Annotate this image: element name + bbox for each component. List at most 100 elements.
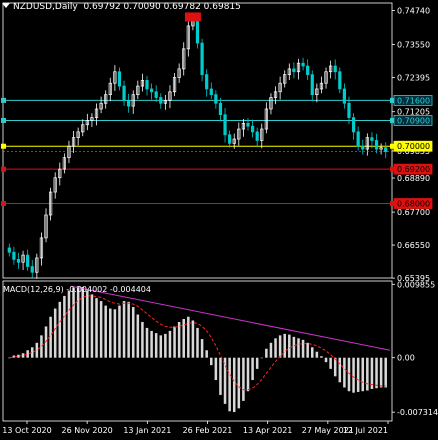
candle-body[interactable] — [301, 62, 305, 67]
macd-bar — [324, 357, 328, 363]
macd-bar — [67, 290, 71, 358]
macd-bar — [338, 357, 342, 383]
macd-bar — [361, 357, 365, 392]
candle-body[interactable] — [127, 100, 131, 107]
macd-bar — [292, 336, 296, 358]
price-tick-label: 0.74740 — [397, 6, 430, 15]
chart-canvas[interactable]: 0.747400.735500.723950.712050.698350.688… — [0, 0, 438, 440]
level-handle[interactable] — [1, 143, 6, 149]
macd-bar — [159, 335, 163, 358]
macd-bar — [164, 333, 167, 358]
macd-tick-label: -0.007314 — [397, 408, 438, 417]
dropdown-triangle-icon[interactable] — [2, 3, 10, 8]
level-handle[interactable] — [1, 97, 6, 103]
macd-bar — [81, 286, 85, 358]
time-tick-label: 13 Apr 2021 — [243, 426, 292, 435]
macd-bar — [246, 357, 250, 392]
macd-bar — [366, 357, 369, 391]
candle-body[interactable] — [250, 125, 255, 133]
level-handle[interactable] — [1, 117, 6, 123]
macd-bar — [76, 286, 80, 358]
macd-bar — [255, 357, 259, 369]
candle-body[interactable] — [255, 131, 259, 141]
macd-bar — [104, 305, 107, 358]
macd-bar — [113, 309, 117, 358]
macd-bar — [131, 307, 135, 358]
macd-bar — [223, 357, 227, 404]
macd-bar — [191, 320, 195, 358]
candle-body[interactable] — [214, 94, 218, 104]
candle-body[interactable] — [292, 68, 296, 73]
level-handle[interactable] — [1, 201, 6, 207]
candle-body[interactable] — [228, 134, 232, 144]
macd-bar — [228, 357, 231, 412]
macd-bar — [136, 314, 140, 358]
macd-bar — [214, 357, 218, 381]
candle-body[interactable] — [342, 88, 347, 104]
macd-bar — [375, 357, 378, 389]
macd-bar — [379, 357, 383, 388]
candle-body[interactable] — [223, 114, 227, 136]
level-tag-label: 0.71600 — [397, 96, 430, 105]
macd-bar — [168, 330, 172, 358]
level-tag-label: 0.70900 — [397, 116, 430, 125]
price-tick-label: 0.72395 — [397, 74, 430, 83]
candle-body[interactable] — [347, 102, 351, 118]
macd-bar — [21, 353, 25, 358]
candle-body[interactable] — [205, 74, 209, 90]
candle-body[interactable] — [30, 266, 34, 273]
candle-body[interactable] — [145, 79, 149, 90]
level-tag-label: 0.70000 — [397, 142, 430, 151]
candle-body[interactable] — [149, 88, 154, 93]
candle-body[interactable] — [209, 88, 213, 96]
macd-bar — [145, 327, 149, 358]
candle-body[interactable] — [7, 247, 11, 253]
time-tick-label: 13 Jan 2021 — [123, 426, 171, 435]
candle-body[interactable] — [16, 259, 21, 263]
macd-bar — [127, 301, 130, 358]
candle-body[interactable] — [370, 137, 374, 141]
candle-body[interactable] — [333, 65, 337, 73]
chart-header: NZDUSD,Daily 0.69792 0.70090 0.69782 0.6… — [2, 2, 241, 12]
candle-body[interactable] — [306, 65, 310, 75]
macd-bar — [269, 342, 273, 358]
macd-bar — [352, 357, 355, 393]
candle-body[interactable] — [351, 117, 356, 133]
macd-bar — [251, 357, 254, 381]
macd-bar — [173, 326, 176, 358]
macd-bar — [118, 305, 121, 358]
candle-body[interactable] — [218, 102, 223, 116]
macd-bar — [265, 348, 268, 358]
candle-body[interactable] — [195, 19, 200, 44]
level-tag-label: 0.69200 — [397, 165, 430, 174]
macd-bar — [232, 357, 236, 413]
candle-body[interactable] — [310, 74, 314, 96]
macd-bar — [356, 357, 360, 392]
candle-body[interactable] — [122, 85, 126, 101]
candle-body[interactable] — [26, 254, 30, 267]
macd-bar — [210, 357, 213, 366]
macd-bar — [154, 333, 158, 358]
candle-body[interactable] — [159, 97, 163, 104]
macd-bar — [99, 301, 103, 358]
candle-body[interactable] — [246, 122, 250, 127]
candle-body[interactable] — [117, 71, 122, 87]
time-tick-label: 12 Jul 2021 — [343, 426, 388, 435]
candle-body[interactable] — [12, 251, 16, 260]
macd-bar — [237, 357, 241, 409]
candle-body[interactable] — [154, 91, 158, 98]
macd-bar — [242, 357, 245, 401]
candle-body[interactable] — [200, 42, 204, 75]
macd-bar — [301, 339, 305, 358]
level-handle[interactable] — [1, 166, 6, 172]
candle-body[interactable] — [374, 140, 379, 150]
candle-body[interactable] — [384, 147, 388, 153]
high-marker-flag[interactable] — [184, 12, 201, 22]
macd-bar — [315, 351, 319, 358]
candle-body[interactable] — [356, 131, 360, 147]
macd-bar — [177, 321, 181, 358]
candle-body[interactable] — [338, 71, 342, 90]
macd-bar — [72, 287, 75, 358]
candle-body[interactable] — [361, 145, 365, 150]
macd-bar — [40, 335, 43, 358]
